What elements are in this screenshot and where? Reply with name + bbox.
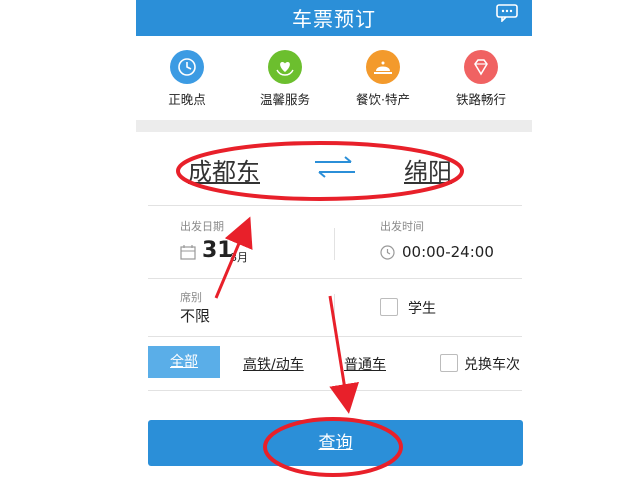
student-checkbox[interactable]: [380, 298, 398, 316]
divider: [334, 228, 335, 260]
student-label: 学生: [408, 301, 436, 317]
divider: [334, 294, 335, 326]
service-shortcuts: 正晚点 温馨服务 餐饮·特产 铁路畅行: [136, 36, 532, 118]
service-care[interactable]: 温馨服务: [240, 50, 330, 108]
filter-highspeed-tab[interactable]: 高铁/动车: [243, 354, 304, 374]
phone-screen: 车票预订 正晚点 温馨服务 餐饮·特产 铁路畅行 成都东 绵阳 出发日期 31 …: [136, 0, 532, 480]
divider: [148, 205, 522, 206]
heart-hands-icon: [268, 50, 302, 84]
service-dining[interactable]: 餐饮·特产: [338, 50, 428, 108]
page-title: 车票预订: [292, 7, 376, 31]
seat-value: 不限: [180, 307, 211, 325]
route-selector: 成都东 绵阳: [136, 132, 532, 204]
divider: [148, 390, 522, 391]
time-label: 出发时间: [380, 220, 424, 233]
diamond-icon: [464, 50, 498, 84]
service-label: 温馨服务: [259, 92, 310, 107]
service-railway[interactable]: 铁路畅行: [436, 50, 526, 108]
filter-all-tab[interactable]: 全部: [148, 346, 220, 378]
calendar-icon: [180, 245, 196, 260]
from-station[interactable]: 成都东: [188, 152, 260, 187]
exchange-checkbox[interactable]: [440, 354, 458, 372]
dining-cloche-icon: [366, 50, 400, 84]
service-label: 铁路畅行: [455, 92, 506, 107]
clock-icon: [380, 245, 395, 260]
service-label: 正晚点: [168, 92, 206, 107]
date-month: 8月: [230, 251, 248, 264]
to-station[interactable]: 绵阳: [404, 152, 452, 187]
query-label: 查询: [318, 433, 353, 453]
app-header: 车票预订: [136, 0, 532, 36]
seat-label: 席别: [180, 291, 202, 304]
exchange-label: 兑换车次: [464, 357, 520, 373]
filter-all-label: 全部: [170, 354, 198, 370]
time-value: 00:00-24:00: [402, 243, 494, 261]
date-day: 31: [202, 238, 233, 263]
date-label: 出发日期: [180, 220, 224, 233]
service-label: 餐饮·特产: [356, 92, 410, 107]
swap-arrows-icon[interactable]: [311, 154, 359, 180]
chat-bubble-icon[interactable]: [496, 4, 518, 22]
divider: [148, 336, 522, 337]
service-ontime[interactable]: 正晚点: [142, 50, 232, 108]
query-button[interactable]: 查询: [148, 420, 523, 466]
clock-icon: [170, 50, 204, 84]
section-gap: [136, 120, 532, 132]
divider: [148, 278, 522, 279]
filter-normal-tab[interactable]: 普通车: [344, 354, 386, 374]
